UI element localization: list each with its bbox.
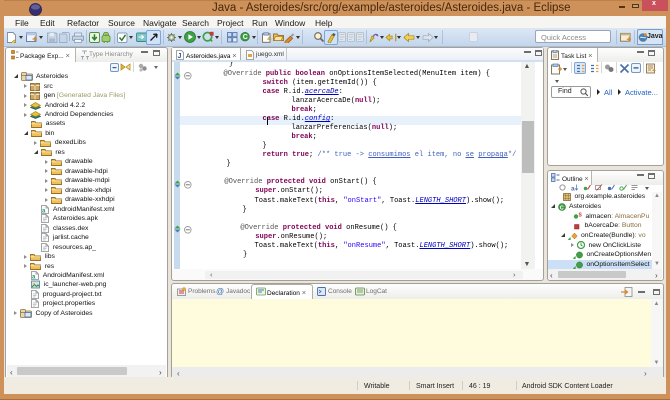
svg-text:C: C <box>242 34 247 41</box>
svg-text:C: C <box>559 205 563 211</box>
svg-text:S: S <box>579 213 583 219</box>
svg-text:J: J <box>178 53 182 60</box>
